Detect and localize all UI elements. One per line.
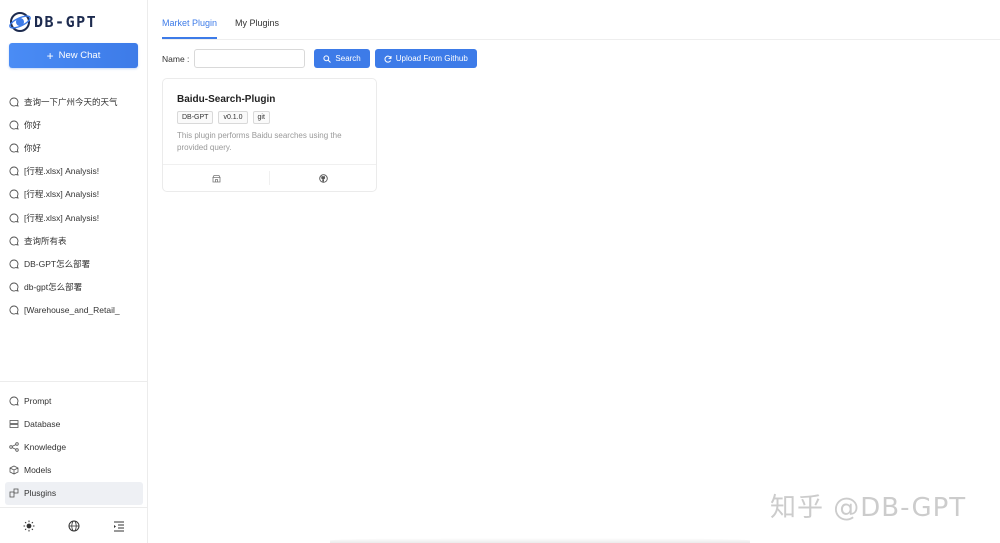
github-link-action[interactable] <box>269 171 376 185</box>
chat-bubble-icon <box>9 259 19 269</box>
plugin-icon <box>9 488 19 498</box>
plugin-tag: DB-GPT <box>177 111 214 124</box>
history-item-label: [行程.xlsx] Analysis! <box>24 212 100 223</box>
watermark: 知乎 @DB-GPT <box>770 493 967 523</box>
history-item[interactable]: [行程.xlsx] Analysis! <box>0 160 147 183</box>
sidebar-item-plugins[interactable]: Plusgins <box>5 481 143 505</box>
history-item-label: 查询一下广州今天的天气 <box>24 96 118 107</box>
plugin-tag: git <box>252 111 270 124</box>
plugin-description: This plugin performs Baidu searches usin… <box>177 131 342 152</box>
history-item[interactable]: 你好 <box>0 136 147 159</box>
search-button-label: Search <box>335 54 361 63</box>
history-item[interactable]: [Warehouse_and_Retail_ <box>0 299 147 322</box>
search-button[interactable]: Search <box>314 49 370 68</box>
globe-icon[interactable] <box>68 520 80 532</box>
chat-bubble-icon <box>9 305 19 315</box>
chat-bubble-icon <box>9 282 19 292</box>
history-item[interactable]: db-gpt怎么部署 <box>0 276 147 299</box>
sun-icon[interactable] <box>23 520 35 532</box>
plus-icon: + <box>46 48 54 63</box>
sidebar-item-label: Database <box>24 418 61 429</box>
tab-market-plugin[interactable]: Market Plugin <box>162 18 218 39</box>
plugin-card: Baidu-Search-Plugin DB-GPT v0.1.0 git Th… <box>162 78 377 192</box>
history-item[interactable]: 查询所有表 <box>0 229 147 252</box>
history-item[interactable]: DB-GPT怎么部署 <box>0 252 147 275</box>
chat-bubble-icon <box>9 396 19 406</box>
sidebar-item-knowledge[interactable]: Knowledge <box>5 435 143 458</box>
sidebar-item-models[interactable]: Models <box>5 459 143 482</box>
chat-bubble-icon <box>9 213 19 223</box>
refresh-icon <box>384 55 392 63</box>
history-item[interactable]: 查询一下广州今天的天气 <box>0 90 147 113</box>
history-item-label: [Warehouse_and_Retail_ <box>24 305 120 316</box>
sidebar-nav: Prompt Database Knowledge Models Plusgin… <box>5 389 143 505</box>
sidebar-item-label: Knowledge <box>24 441 67 452</box>
search-icon <box>323 54 332 63</box>
history-item-label: 你好 <box>24 142 42 153</box>
sidebar-item-label: Plusgins <box>24 488 57 499</box>
history-item[interactable]: [行程.xlsx] Analysis! <box>0 206 147 229</box>
tab-my-plugins[interactable]: My Plugins <box>235 18 279 39</box>
plugin-card-actions <box>163 164 376 191</box>
plugin-tabs: Market Plugin My Plugins <box>162 18 279 39</box>
history-item[interactable]: 你好 <box>0 113 147 136</box>
search-bar: Name : Search Upload From Github <box>162 49 482 68</box>
new-chat-button[interactable]: + New Chat <box>9 43 138 68</box>
store-icon <box>211 174 221 182</box>
history-item-label: [行程.xlsx] Analysis! <box>24 189 100 200</box>
chat-bubble-icon <box>9 120 19 130</box>
logo-text: DB-GPT <box>34 13 98 31</box>
main-content: Market Plugin My Plugins Name : Search U… <box>148 0 1000 543</box>
name-input[interactable] <box>194 49 306 68</box>
chat-bubble-icon <box>9 236 19 246</box>
share-nodes-icon <box>9 442 19 452</box>
chat-history-list: 查询一下广州今天的天气 你好 你好 [行程.xlsx] Analysis! [行… <box>0 90 147 322</box>
history-item-label: 查询所有表 <box>24 235 67 246</box>
chat-bubble-icon <box>9 143 19 153</box>
collapse-menu-icon[interactable] <box>113 520 125 532</box>
logo-planet-icon <box>9 12 31 32</box>
plugin-tags: DB-GPT v0.1.0 git <box>177 111 270 124</box>
github-icon <box>318 173 328 183</box>
sidebar-divider <box>0 381 147 382</box>
sidebar-item-label: Prompt <box>24 395 52 406</box>
sidebar-item-label: Models <box>24 465 52 476</box>
sidebar: DB-GPT + New Chat 查询一下广州今天的天气 你好 你好 [行程.… <box>0 0 148 543</box>
tabs-divider <box>162 39 1000 40</box>
chat-bubble-icon <box>9 189 19 199</box>
chat-bubble-icon <box>9 97 19 107</box>
upload-from-github-button[interactable]: Upload From Github <box>374 49 477 68</box>
database-icon <box>9 419 19 428</box>
new-chat-label: New Chat <box>58 50 101 61</box>
sidebar-item-prompt[interactable]: Prompt <box>5 389 143 412</box>
app-logo[interactable]: DB-GPT <box>9 10 97 34</box>
chat-bubble-icon <box>9 166 19 176</box>
install-plugin-action[interactable] <box>163 171 269 185</box>
history-item-label: 你好 <box>24 119 42 130</box>
upload-button-label: Upload From Github <box>395 54 468 63</box>
cube-icon <box>9 465 19 475</box>
history-item-label: db-gpt怎么部署 <box>24 282 83 293</box>
sidebar-item-database[interactable]: Database <box>5 412 143 435</box>
bottom-shade <box>330 538 750 543</box>
plugin-title: Baidu-Search-Plugin <box>177 94 276 105</box>
sidebar-bottom-bar <box>0 507 147 543</box>
history-item-label: [行程.xlsx] Analysis! <box>24 166 100 177</box>
history-item-label: DB-GPT怎么部署 <box>24 258 91 269</box>
plugin-tag: v0.1.0 <box>218 111 248 124</box>
history-item[interactable]: [行程.xlsx] Analysis! <box>0 183 147 206</box>
name-label: Name : <box>162 53 190 64</box>
